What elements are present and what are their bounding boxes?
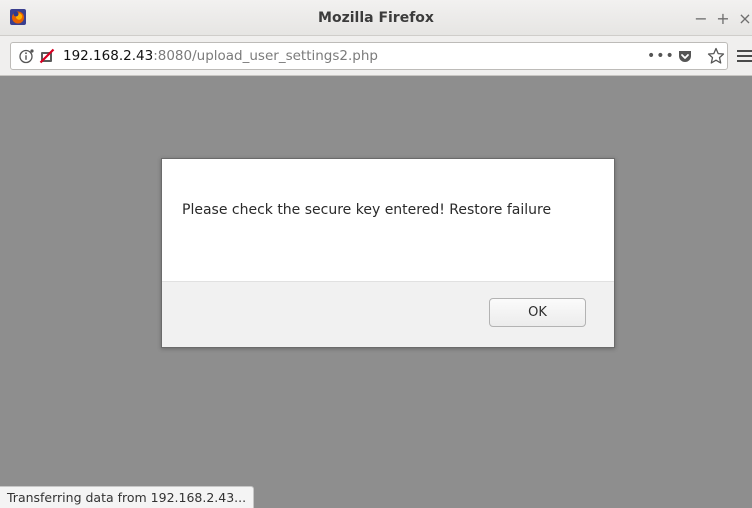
window-controls: − + × xyxy=(694,0,752,36)
close-button[interactable]: × xyxy=(738,9,752,28)
minimize-button[interactable]: − xyxy=(694,9,708,28)
navigation-bar: 192.168.2.43:8080/upload_user_settings2.… xyxy=(0,36,752,76)
page-content: Please check the secure key entered! Res… xyxy=(0,76,752,508)
hamburger-menu-icon[interactable] xyxy=(737,48,752,64)
insecure-connection-icon[interactable] xyxy=(39,48,55,64)
url-bar[interactable]: 192.168.2.43:8080/upload_user_settings2.… xyxy=(10,42,728,70)
alert-message: Please check the secure key entered! Res… xyxy=(182,202,552,218)
ok-button[interactable]: OK xyxy=(489,298,586,327)
url-path: :8080/upload_user_settings2.php xyxy=(153,48,378,64)
pocket-icon[interactable] xyxy=(677,48,693,64)
alert-dialog: Please check the secure key entered! Res… xyxy=(161,158,615,348)
status-bar: Transferring data from 192.168.2.43... xyxy=(0,486,255,508)
bookmark-star-icon[interactable] xyxy=(707,47,725,65)
info-icon[interactable] xyxy=(19,48,35,64)
browser-window: Mozilla Firefox − + × 192.168.2.43:8080/… xyxy=(0,0,752,508)
page-actions-icon[interactable]: ••• xyxy=(647,46,674,66)
alert-footer: OK xyxy=(162,281,614,347)
url-host: 192.168.2.43 xyxy=(63,48,154,64)
title-bar: Mozilla Firefox − + × xyxy=(0,0,752,36)
window-title: Mozilla Firefox xyxy=(318,10,434,26)
url-text[interactable]: 192.168.2.43:8080/upload_user_settings2.… xyxy=(63,43,378,69)
maximize-button[interactable]: + xyxy=(716,9,730,28)
